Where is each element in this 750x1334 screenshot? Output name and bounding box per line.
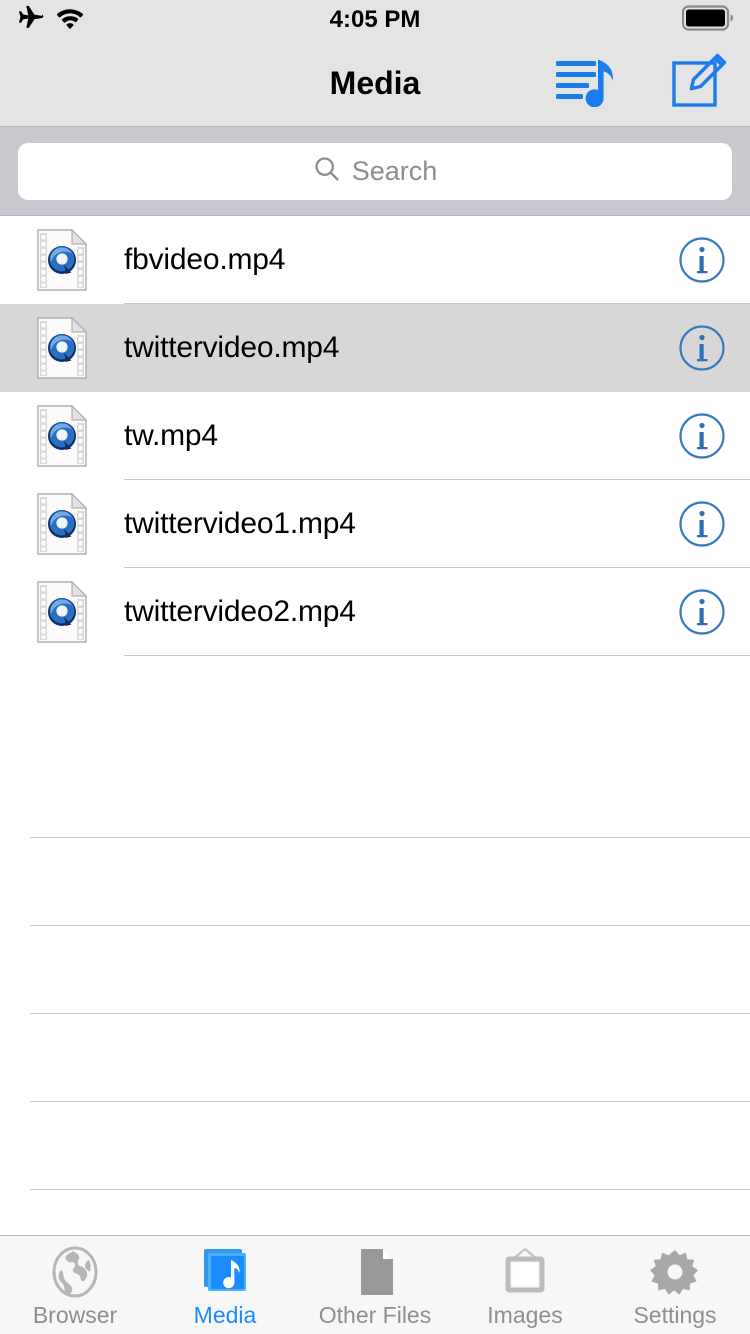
info-icon bbox=[679, 237, 725, 283]
table-row[interactable]: fbvideo.mp4 bbox=[0, 216, 750, 304]
info-button[interactable] bbox=[654, 324, 750, 372]
info-button[interactable] bbox=[654, 412, 750, 460]
globe-icon bbox=[49, 1246, 101, 1298]
app-screen: 4:05 PM Media Search fbvideo.mp4 twitter… bbox=[0, 0, 750, 1334]
status-bar-clock: 4:05 PM bbox=[329, 6, 421, 33]
info-icon bbox=[679, 413, 725, 459]
info-icon bbox=[679, 589, 725, 635]
tab-other-files[interactable]: Other Files bbox=[300, 1236, 450, 1334]
file-name: fbvideo.mp4 bbox=[124, 243, 286, 276]
playlist-music-button[interactable] bbox=[555, 55, 617, 112]
row-separator bbox=[124, 655, 750, 656]
gear-icon bbox=[649, 1246, 701, 1298]
tab-label: Browser bbox=[32, 1302, 118, 1328]
empty-row bbox=[0, 1014, 750, 1102]
search-input[interactable]: Search bbox=[18, 142, 732, 200]
empty-row bbox=[0, 838, 750, 926]
battery-icon bbox=[681, 4, 736, 36]
document-icon bbox=[349, 1246, 401, 1298]
tab-label: Settings bbox=[633, 1302, 717, 1328]
tab-label: Images bbox=[487, 1302, 563, 1328]
info-button[interactable] bbox=[654, 236, 750, 284]
tab-browser[interactable]: Browser bbox=[0, 1236, 150, 1334]
empty-row bbox=[0, 750, 750, 838]
quicktime-video-file-icon bbox=[0, 493, 124, 555]
file-name: twittervideo1.mp4 bbox=[124, 507, 356, 540]
table-row[interactable]: tw.mp4 bbox=[0, 392, 750, 480]
tab-media[interactable]: Media bbox=[150, 1236, 300, 1334]
search-icon bbox=[313, 155, 341, 188]
info-button[interactable] bbox=[654, 500, 750, 548]
playlist-music-icon bbox=[555, 55, 617, 112]
empty-row bbox=[0, 926, 750, 1014]
quicktime-video-file-icon bbox=[0, 317, 124, 379]
info-icon bbox=[679, 325, 725, 371]
status-bar: 4:05 PM bbox=[0, 0, 750, 40]
file-name: twittervideo2.mp4 bbox=[124, 595, 356, 628]
quicktime-video-file-icon bbox=[0, 405, 124, 467]
file-name: twittervideo.mp4 bbox=[124, 331, 340, 364]
tab-images[interactable]: Images bbox=[450, 1236, 600, 1334]
navigation-actions bbox=[555, 40, 728, 127]
empty-row bbox=[0, 1190, 750, 1235]
status-bar-right bbox=[681, 0, 736, 40]
info-icon bbox=[679, 501, 725, 547]
compose-button[interactable] bbox=[670, 52, 728, 115]
table-row[interactable]: twittervideo2.mp4 bbox=[0, 568, 750, 656]
media-album-music-icon bbox=[199, 1246, 251, 1298]
list-empty-spacer bbox=[0, 656, 750, 750]
tab-label: Other Files bbox=[318, 1302, 432, 1328]
compose-icon bbox=[670, 52, 728, 115]
picture-frame-icon bbox=[499, 1246, 551, 1298]
table-row[interactable]: twittervideo1.mp4 bbox=[0, 480, 750, 568]
navigation-bar: Media bbox=[0, 40, 750, 127]
empty-row bbox=[0, 1102, 750, 1190]
quicktime-video-file-icon bbox=[0, 229, 124, 291]
media-file-list[interactable]: fbvideo.mp4 twittervideo.mp4 tw.mp4 twit… bbox=[0, 216, 750, 1235]
quicktime-video-file-icon bbox=[0, 581, 124, 643]
info-button[interactable] bbox=[654, 588, 750, 636]
tab-label: Media bbox=[193, 1302, 257, 1328]
tab-bar: Browser Media Other Files Images Setting… bbox=[0, 1235, 750, 1334]
table-row[interactable]: twittervideo.mp4 bbox=[0, 304, 750, 392]
tab-settings[interactable]: Settings bbox=[600, 1236, 750, 1334]
search-placeholder: Search bbox=[351, 155, 438, 186]
search-bar-container: Search bbox=[0, 127, 750, 216]
file-name: tw.mp4 bbox=[124, 419, 218, 452]
